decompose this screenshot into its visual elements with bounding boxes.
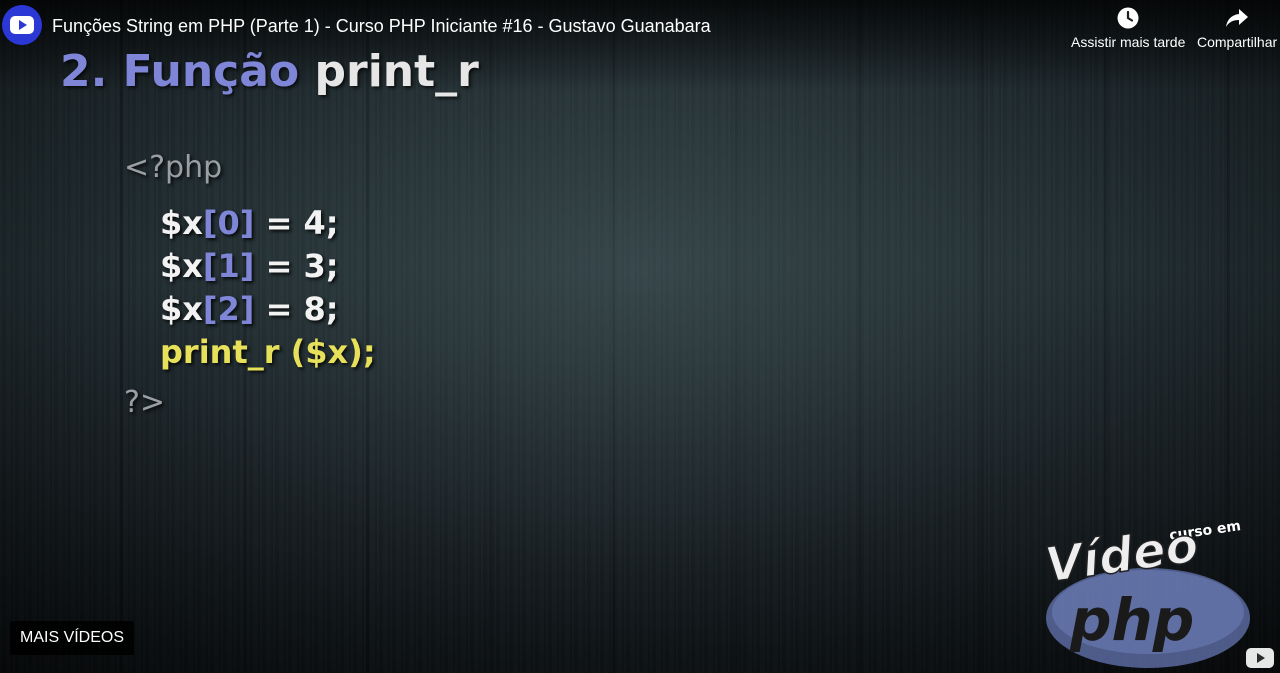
code-line: $x[2] = 8; [160,290,339,328]
logo-sub-text: php [1069,586,1194,654]
curso-em-video-php-logo: curso em Vídeo php [1041,520,1250,668]
youtube-icon[interactable] [1246,648,1274,668]
php-open-tag: <?php [124,150,223,185]
code-line: $x[1] = 3; [160,247,339,285]
slide-title-number: 2. Função [60,46,300,97]
code-index: [0] [202,204,255,242]
share-arrow-icon [1226,9,1249,27]
video-title[interactable]: Funções String em PHP (Parte 1) - Curso … [52,16,711,37]
php-close-tag: ?> [124,385,166,420]
share-label: Compartilhar [1197,34,1278,50]
video-frame[interactable]: Funções String em PHP (Parte 1) - Curso … [0,0,1280,673]
share-button[interactable]: Compartilhar [1197,2,1277,50]
watch-later-button[interactable]: Assistir mais tarde [1071,2,1185,50]
code-index: [1] [202,247,255,285]
slide-title: 2. Função print_r [60,46,479,97]
code-rest: = 3; [254,247,339,285]
play-logo-icon [10,16,34,34]
code-rest: = 8; [254,290,339,328]
watch-later-label: Assistir mais tarde [1071,34,1186,50]
channel-avatar[interactable] [2,5,42,45]
code-rest: = 4; [254,204,339,242]
more-videos-button[interactable]: MAIS VÍDEOS [10,621,135,655]
code-var: $x [160,290,203,328]
code-call-line: print_r ($x); [160,333,376,371]
code-index: [2] [202,290,255,328]
slide-title-function: print_r [314,46,479,97]
clock-icon [1117,7,1139,29]
code-line: $x[0] = 4; [160,204,339,242]
code-var: $x [160,204,203,242]
code-var: $x [160,247,203,285]
